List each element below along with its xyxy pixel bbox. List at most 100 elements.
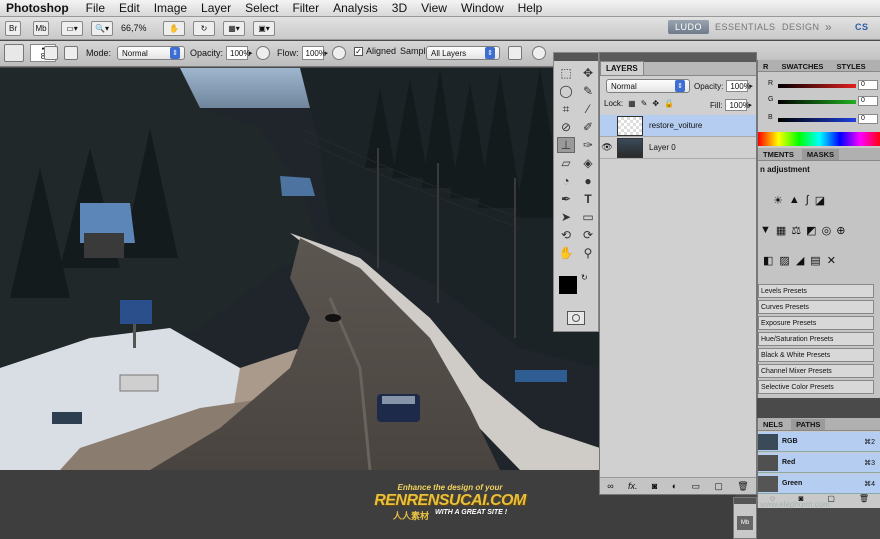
fill-input[interactable]: 100%	[725, 99, 750, 111]
foreground-color-swatch[interactable]	[559, 276, 577, 294]
menu-help[interactable]: Help	[511, 1, 550, 15]
tab-masks[interactable]: MASKS	[801, 149, 839, 160]
blend-mode-select[interactable]: Normal ⇕	[606, 79, 690, 93]
levels-icon[interactable]: ▲	[789, 194, 800, 207]
preset-item[interactable]: Channel Mixer Presets	[758, 364, 874, 378]
fill-slider-icon[interactable]: ▸	[748, 101, 752, 109]
preset-item[interactable]: Exposure Presets	[758, 316, 874, 330]
preset-item[interactable]: Hue/Saturation Presets	[758, 332, 874, 346]
tool-preset-picker[interactable]	[4, 44, 24, 62]
bridge-button[interactable]: Br	[5, 20, 21, 36]
toggle-clone-source-icon[interactable]	[64, 46, 78, 60]
paint-bucket-tool-icon[interactable]: ◈	[579, 155, 597, 171]
trash-icon[interactable]: 🗑	[737, 481, 748, 492]
opacity-input[interactable]: 100%	[226, 46, 250, 60]
trash-icon[interactable]: 🗑	[859, 494, 869, 506]
menu-view[interactable]: View	[414, 1, 454, 15]
menu-layer[interactable]: Layer	[194, 1, 238, 15]
tab-layers[interactable]: LAYERS	[600, 61, 644, 75]
vibrance-icon[interactable]: ▼	[760, 224, 771, 237]
ignore-adjustment-layers-icon[interactable]	[508, 46, 522, 60]
tab-channels[interactable]: NELS	[758, 419, 788, 430]
threshold-icon[interactable]: ◢	[796, 254, 804, 267]
layer-opacity-slider-icon[interactable]: ▸	[749, 82, 753, 90]
invert-icon[interactable]: ◧	[763, 254, 773, 267]
more-workspaces-icon[interactable]: »	[818, 18, 839, 36]
menu-3d[interactable]: 3D	[385, 1, 414, 15]
photo-filter-icon[interactable]: ◎	[822, 224, 832, 237]
menu-image[interactable]: Image	[147, 1, 194, 15]
channel-row[interactable]: RGB ⌘2	[758, 432, 880, 452]
quick-selection-tool-icon[interactable]: ✎	[579, 83, 597, 99]
menu-filter[interactable]: Filter	[285, 1, 326, 15]
mini-bridge-icon[interactable]: Mb	[737, 516, 753, 530]
quick-mask-icon[interactable]	[567, 311, 585, 325]
zoom-tool-icon[interactable]: ⚲	[579, 245, 597, 261]
3d-rotate-tool-icon[interactable]: ⟲	[557, 227, 575, 243]
tools-panel-header[interactable]	[554, 53, 598, 61]
pressure-opacity-icon[interactable]	[256, 46, 270, 60]
3d-orbit-tool-icon[interactable]: ⟳	[579, 227, 597, 243]
screen-mode-icon[interactable]: ▣▾	[253, 20, 275, 36]
new-group-icon[interactable]: ▭	[692, 481, 701, 492]
layer-name[interactable]: restore_voiture	[649, 121, 702, 130]
color-ramp[interactable]	[758, 132, 880, 146]
healing-brush-tool-icon[interactable]: ⊘	[557, 119, 575, 135]
curves-icon[interactable]: ∫	[806, 194, 809, 207]
green-value[interactable]: 0	[858, 96, 878, 106]
lock-position-icon[interactable]: ✥	[652, 99, 659, 108]
shape-tool-icon[interactable]: ▭	[579, 209, 597, 225]
pen-tool-icon[interactable]: ✒	[557, 191, 575, 207]
workspace-essentials[interactable]: ESSENTIALS	[708, 20, 783, 34]
menu-file[interactable]: File	[79, 1, 112, 15]
blur-tool-icon[interactable]: ◔	[557, 173, 575, 189]
menu-window[interactable]: Window	[454, 1, 511, 15]
channel-row[interactable]: Red ⌘3	[758, 453, 880, 473]
path-selection-tool-icon[interactable]: ➤	[557, 209, 575, 225]
menu-edit[interactable]: Edit	[112, 1, 147, 15]
pressure-size-icon[interactable]	[532, 46, 546, 60]
type-tool-icon[interactable]: T	[579, 191, 597, 207]
preset-item[interactable]: Levels Presets	[758, 284, 874, 298]
mini-bridge-button[interactable]: Mb	[33, 20, 49, 36]
opacity-slider-icon[interactable]: ▸	[249, 49, 253, 57]
hand-tool-icon[interactable]: ✋	[163, 20, 185, 36]
lock-all-icon[interactable]: 🔒	[664, 99, 674, 108]
layer-row[interactable]: restore_voiture	[600, 115, 756, 137]
dodge-tool-icon[interactable]: ●	[579, 173, 597, 189]
marquee-tool-icon[interactable]: ⬚	[557, 65, 575, 81]
green-slider[interactable]	[778, 100, 856, 104]
toggle-brush-panel-icon[interactable]	[44, 46, 58, 60]
lock-pixels-icon[interactable]: ✎	[641, 99, 648, 108]
preset-item[interactable]: Curves Presets	[758, 300, 874, 314]
gradient-map-icon[interactable]: ▤	[810, 254, 820, 267]
red-slider[interactable]	[778, 84, 856, 88]
link-layers-icon[interactable]: ∞	[607, 481, 613, 491]
clone-stamp-tool-icon[interactable]: ⊥	[557, 137, 575, 153]
add-mask-icon[interactable]: ◙	[652, 481, 657, 491]
red-value[interactable]: 0	[858, 80, 878, 90]
tab-styles[interactable]: STYLES	[832, 61, 871, 72]
menu-analysis[interactable]: Analysis	[326, 1, 385, 15]
exposure-icon[interactable]: ◪	[815, 194, 825, 207]
eye-icon[interactable]: 👁	[600, 142, 614, 153]
preset-item[interactable]: Selective Color Presets	[758, 380, 874, 394]
document-canvas[interactable]	[0, 68, 600, 470]
zoom-level[interactable]: 66,7%	[121, 23, 161, 33]
sample-select[interactable]: All Layers ⇕	[426, 46, 500, 60]
selective-color-icon[interactable]: ✕	[827, 254, 836, 267]
history-brush-tool-icon[interactable]: ✑	[579, 137, 597, 153]
posterize-icon[interactable]: ▨	[779, 254, 789, 267]
adjustment-layer-icon[interactable]: ◐	[672, 481, 677, 491]
color-balance-icon[interactable]: ⚖	[791, 224, 801, 237]
brush-tool-icon[interactable]: ✐	[579, 119, 597, 135]
channel-mixer-icon[interactable]: ⊕	[836, 224, 845, 237]
blue-value[interactable]: 0	[858, 114, 878, 124]
channel-row[interactable]: Green ⌘4	[758, 474, 880, 494]
mode-select[interactable]: Normal ⇕	[117, 46, 186, 60]
tab-paths[interactable]: PATHS	[791, 419, 826, 430]
black-white-icon[interactable]: ◩	[806, 224, 816, 237]
aligned-checkbox[interactable]: ✓	[354, 46, 363, 56]
view-extras-button[interactable]: ▭▾	[61, 20, 83, 36]
cs-live-button[interactable]: CS	[848, 20, 876, 34]
